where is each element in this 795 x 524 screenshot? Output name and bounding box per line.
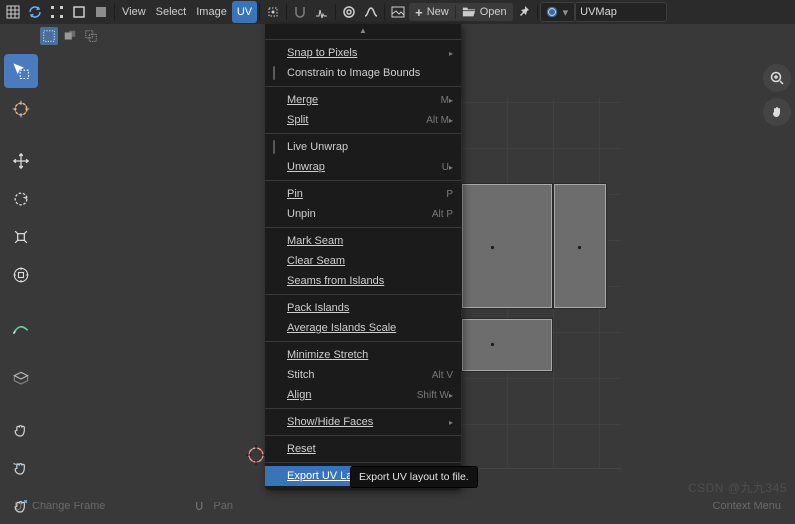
new-open-group: +New Open [409,3,513,21]
right-toolbar [763,64,791,126]
tooltip: Export UV layout to file. [350,466,478,488]
menu-image[interactable]: Image [191,1,232,23]
mi-pin[interactable]: PinP [265,184,461,204]
mi-minimize-stretch[interactable]: Minimize Stretch [265,345,461,365]
snap-mode-icon[interactable] [311,1,333,23]
rip-tool[interactable] [4,362,38,396]
editor-type-icon[interactable] [2,1,24,23]
mi-stitch[interactable]: StitchAlt V [265,365,461,385]
mi-unwrap[interactable]: UnwrapU▸ [265,157,461,177]
menu-select[interactable]: Select [151,1,192,23]
select-box-tool[interactable] [4,54,38,88]
grab-tool[interactable] [4,414,38,448]
mi-align[interactable]: AlignShift W▸ [265,385,461,405]
mi-pack-islands[interactable]: Pack Islands [265,298,461,318]
select-extend-icon[interactable] [61,27,79,45]
mode-sync-icon[interactable] [24,1,46,23]
mi-reset[interactable]: Reset [265,439,461,459]
select-rect-icon[interactable] [40,27,58,45]
pinch-tool[interactable] [4,490,38,524]
uv-face[interactable] [462,319,552,371]
mi-seams-from-islands[interactable]: Seams from Islands [265,271,461,291]
pin-header-icon[interactable] [513,1,535,23]
move-tool[interactable] [4,144,38,178]
mi-average-islands[interactable]: Average Islands Scale [265,318,461,338]
top-header: View Select Image UV +New Open ▾ UVMap [0,0,795,24]
pan-icon[interactable] [763,98,791,126]
watermark: CSDN @九九345 [688,479,787,496]
uvmap-field[interactable]: UVMap [575,2,667,22]
relax-tool[interactable] [4,452,38,486]
mi-show-hide[interactable]: Show/Hide Faces▸ [265,412,461,432]
rotate-tool[interactable] [4,182,38,216]
uv-channel-dropdown[interactable]: ▾ [540,2,576,22]
edge-mode-icon[interactable] [68,1,90,23]
zoom-icon[interactable] [763,64,791,92]
image-slot-icon[interactable] [387,1,409,23]
menu-scroll-up-icon[interactable]: ▲ [265,28,461,36]
mi-clear-seam[interactable]: Clear Seam [265,251,461,271]
vertex-mode-icon[interactable] [46,1,68,23]
status-bar: Change Frame Pan Context Menu [0,502,795,512]
mi-merge[interactable]: MergeM▸ [265,90,461,110]
cursor-tool[interactable] [4,92,38,126]
proportional-icon[interactable] [338,1,360,23]
uv-face[interactable] [462,184,552,308]
menu-view[interactable]: View [117,1,151,23]
face-mode-icon[interactable] [90,1,112,23]
scale-tool[interactable] [4,220,38,254]
open-button[interactable]: Open [456,3,513,21]
transform-tool[interactable] [4,258,38,292]
pivot-icon[interactable] [262,1,284,23]
snap-toggle-icon[interactable] [289,1,311,23]
mi-split[interactable]: SplitAlt M▸ [265,110,461,130]
new-button[interactable]: +New [409,4,455,21]
select-subtract-icon[interactable] [82,27,100,45]
mi-unpin[interactable]: UnpinAlt P [265,204,461,224]
menu-uv[interactable]: UV [232,1,257,23]
3d-cursor-icon [246,445,266,465]
falloff-icon[interactable] [360,1,382,23]
annotate-tool[interactable] [4,310,38,344]
uv-dropdown-menu: ▲ Snap to Pixels▸ Constrain to Image Bou… [265,24,461,490]
mi-snap-to-pixels[interactable]: Snap to Pixels▸ [265,43,461,63]
mi-live-unwrap[interactable]: Live Unwrap [265,137,461,157]
mi-constrain[interactable]: Constrain to Image Bounds [265,63,461,83]
mi-mark-seam[interactable]: Mark Seam [265,231,461,251]
left-toolbar [4,54,40,524]
